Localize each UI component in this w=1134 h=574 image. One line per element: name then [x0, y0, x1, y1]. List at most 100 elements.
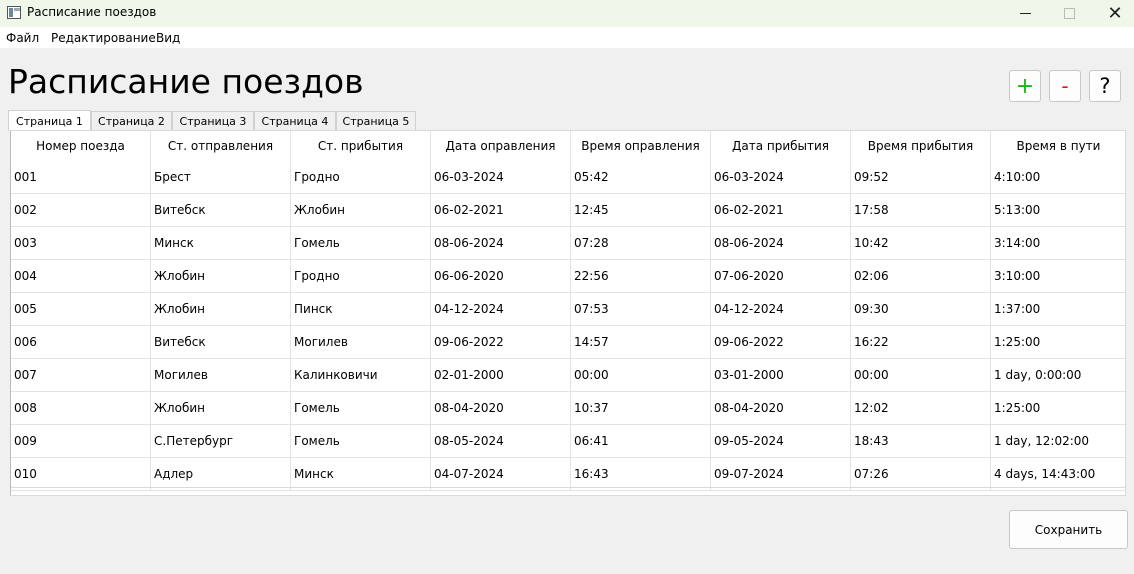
table-cell[interactable]: 06-03-2024	[431, 161, 571, 193]
table-cell[interactable]: 3:14:00	[991, 227, 1125, 259]
table-cell[interactable]: Жлобин	[151, 392, 291, 424]
tab-page-5[interactable]: Страница 5	[336, 111, 416, 131]
tab-page-4[interactable]: Страница 4	[254, 111, 336, 131]
table-cell[interactable]: Жлобин	[291, 194, 431, 226]
table-row[interactable]: 005 Жлобин Пинск 04-12-2024 07:53 04-12-2024 0…	[11, 293, 1125, 326]
table-cell[interactable]: Гомель	[291, 425, 431, 457]
table-cell[interactable]: 09-06-2022	[431, 326, 571, 358]
maximize-button[interactable]	[1046, 0, 1092, 27]
table-cell[interactable]: Калинковичи	[291, 359, 431, 391]
table-cell[interactable]: Жлобин	[151, 293, 291, 325]
add-button[interactable]: +	[1009, 70, 1041, 102]
table-cell[interactable]: 08-04-2020	[711, 392, 851, 424]
help-button[interactable]: ?	[1089, 70, 1121, 102]
table-cell[interactable]: 09:52	[851, 161, 991, 193]
table-cell[interactable]: 07:53	[571, 293, 711, 325]
table-cell[interactable]: 09-07-2024	[711, 458, 851, 490]
table-cell[interactable]: Адлер	[151, 458, 291, 490]
menu-edit[interactable]: Редактирование	[51, 31, 156, 45]
table-cell[interactable]: 22:56	[571, 260, 711, 292]
table-cell[interactable]: 08-06-2024	[711, 227, 851, 259]
close-button[interactable]: ✕	[1092, 0, 1134, 27]
table-cell[interactable]: Гродно	[291, 260, 431, 292]
table-cell[interactable]: 07-06-2020	[711, 260, 851, 292]
table-row[interactable]: 002 Витебск Жлобин 06-02-2021 12:45 06-02-202…	[11, 194, 1125, 227]
table-cell[interactable]: 06:41	[571, 425, 711, 457]
table-row[interactable]: 007 Могилев Калинковичи 02-01-2000 00:00 03-0…	[11, 359, 1125, 392]
table-row[interactable]: 008 Жлобин Гомель 08-04-2020 10:37 08-04-2020…	[11, 392, 1125, 425]
menu-file[interactable]: Файл	[6, 31, 39, 45]
table-cell[interactable]: 006	[11, 326, 151, 358]
table-cell[interactable]: 02-01-2000	[431, 359, 571, 391]
tab-page-3[interactable]: Страница 3	[172, 111, 254, 131]
table-cell[interactable]: 05:42	[571, 161, 711, 193]
table-row[interactable]: 006 Витебск Могилев 09-06-2022 14:57 09-06-20…	[11, 326, 1125, 359]
table-cell[interactable]: 008	[11, 392, 151, 424]
table-cell[interactable]: 002	[11, 194, 151, 226]
table-cell[interactable]: 06-06-2020	[431, 260, 571, 292]
table-cell[interactable]: 1:37:00	[991, 293, 1125, 325]
table-cell[interactable]: 00:00	[571, 359, 711, 391]
table-cell[interactable]: 04-12-2024	[711, 293, 851, 325]
table-cell[interactable]: Гродно	[291, 161, 431, 193]
table-cell[interactable]: 1 day, 12:02:00	[991, 425, 1125, 457]
table-cell[interactable]: 001	[11, 161, 151, 193]
column-header[interactable]: Ст. отправления	[151, 131, 291, 161]
table-cell[interactable]: 04-07-2024	[431, 458, 571, 490]
table-cell[interactable]: Пинск	[291, 293, 431, 325]
column-header[interactable]: Номер поезда	[11, 131, 151, 161]
tab-page-2[interactable]: Страница 2	[91, 111, 172, 131]
table-cell[interactable]: 4:10:00	[991, 161, 1125, 193]
table-cell[interactable]: 00:00	[851, 359, 991, 391]
table-cell[interactable]: 08-06-2024	[431, 227, 571, 259]
table-cell[interactable]: 10:42	[851, 227, 991, 259]
save-button[interactable]: Сохранить	[1009, 510, 1128, 549]
table-cell[interactable]: 06-03-2024	[711, 161, 851, 193]
menu-view[interactable]: Вид	[156, 31, 180, 45]
minimize-button[interactable]	[1002, 0, 1048, 27]
table-cell[interactable]: 4 days, 14:43:00	[991, 458, 1125, 490]
table-cell[interactable]: 14:57	[571, 326, 711, 358]
table-cell[interactable]: 07:28	[571, 227, 711, 259]
table-cell[interactable]: 12:45	[571, 194, 711, 226]
table-cell[interactable]: 1 day, 0:00:00	[991, 359, 1125, 391]
table-cell[interactable]: 04-12-2024	[431, 293, 571, 325]
table-cell[interactable]: 5:13:00	[991, 194, 1125, 226]
table-cell[interactable]: Гомель	[291, 227, 431, 259]
table-cell[interactable]: 1:25:00	[991, 392, 1125, 424]
table-cell[interactable]: Витебск	[151, 326, 291, 358]
column-header[interactable]: Дата прибытия	[711, 131, 851, 161]
table-cell[interactable]: 007	[11, 359, 151, 391]
remove-button[interactable]: -	[1049, 70, 1081, 102]
table-row[interactable]: 001 Брест Гродно 06-03-2024 05:42 06-03-2024 0…	[11, 161, 1125, 194]
table-cell[interactable]: 09:30	[851, 293, 991, 325]
table-cell[interactable]: Витебск	[151, 194, 291, 226]
table-cell[interactable]: 010	[11, 458, 151, 490]
table-cell[interactable]: 17:58	[851, 194, 991, 226]
column-header[interactable]: Ст. прибытия	[291, 131, 431, 161]
table-cell[interactable]: 03-01-2000	[711, 359, 851, 391]
table-row[interactable]: 009 С.Петербург Гомель 08-05-2024 06:41 09-05…	[11, 425, 1125, 458]
table-cell[interactable]: Минск	[151, 227, 291, 259]
table-cell[interactable]: 06-02-2021	[711, 194, 851, 226]
column-header[interactable]: Время оправления	[571, 131, 711, 161]
table-cell[interactable]: С.Петербург	[151, 425, 291, 457]
table-cell[interactable]: 09-06-2022	[711, 326, 851, 358]
table-cell[interactable]: 10:37	[571, 392, 711, 424]
table-cell[interactable]: Брест	[151, 161, 291, 193]
table-cell[interactable]: Могилев	[151, 359, 291, 391]
table-cell[interactable]: 3:10:00	[991, 260, 1125, 292]
table-cell[interactable]: 004	[11, 260, 151, 292]
table-cell[interactable]: 003	[11, 227, 151, 259]
table-cell[interactable]: 08-05-2024	[431, 425, 571, 457]
table-cell[interactable]: 005	[11, 293, 151, 325]
table-cell[interactable]: Гомель	[291, 392, 431, 424]
table-cell[interactable]: 1:25:00	[991, 326, 1125, 358]
table-cell[interactable]: 09-05-2024	[711, 425, 851, 457]
table-cell[interactable]: Жлобин	[151, 260, 291, 292]
table-cell[interactable]: 009	[11, 425, 151, 457]
column-header[interactable]: Время в пути	[991, 131, 1125, 161]
table-cell[interactable]: 18:43	[851, 425, 991, 457]
tab-page-1[interactable]: Страница 1	[8, 110, 91, 131]
table-cell[interactable]: 06-02-2021	[431, 194, 571, 226]
